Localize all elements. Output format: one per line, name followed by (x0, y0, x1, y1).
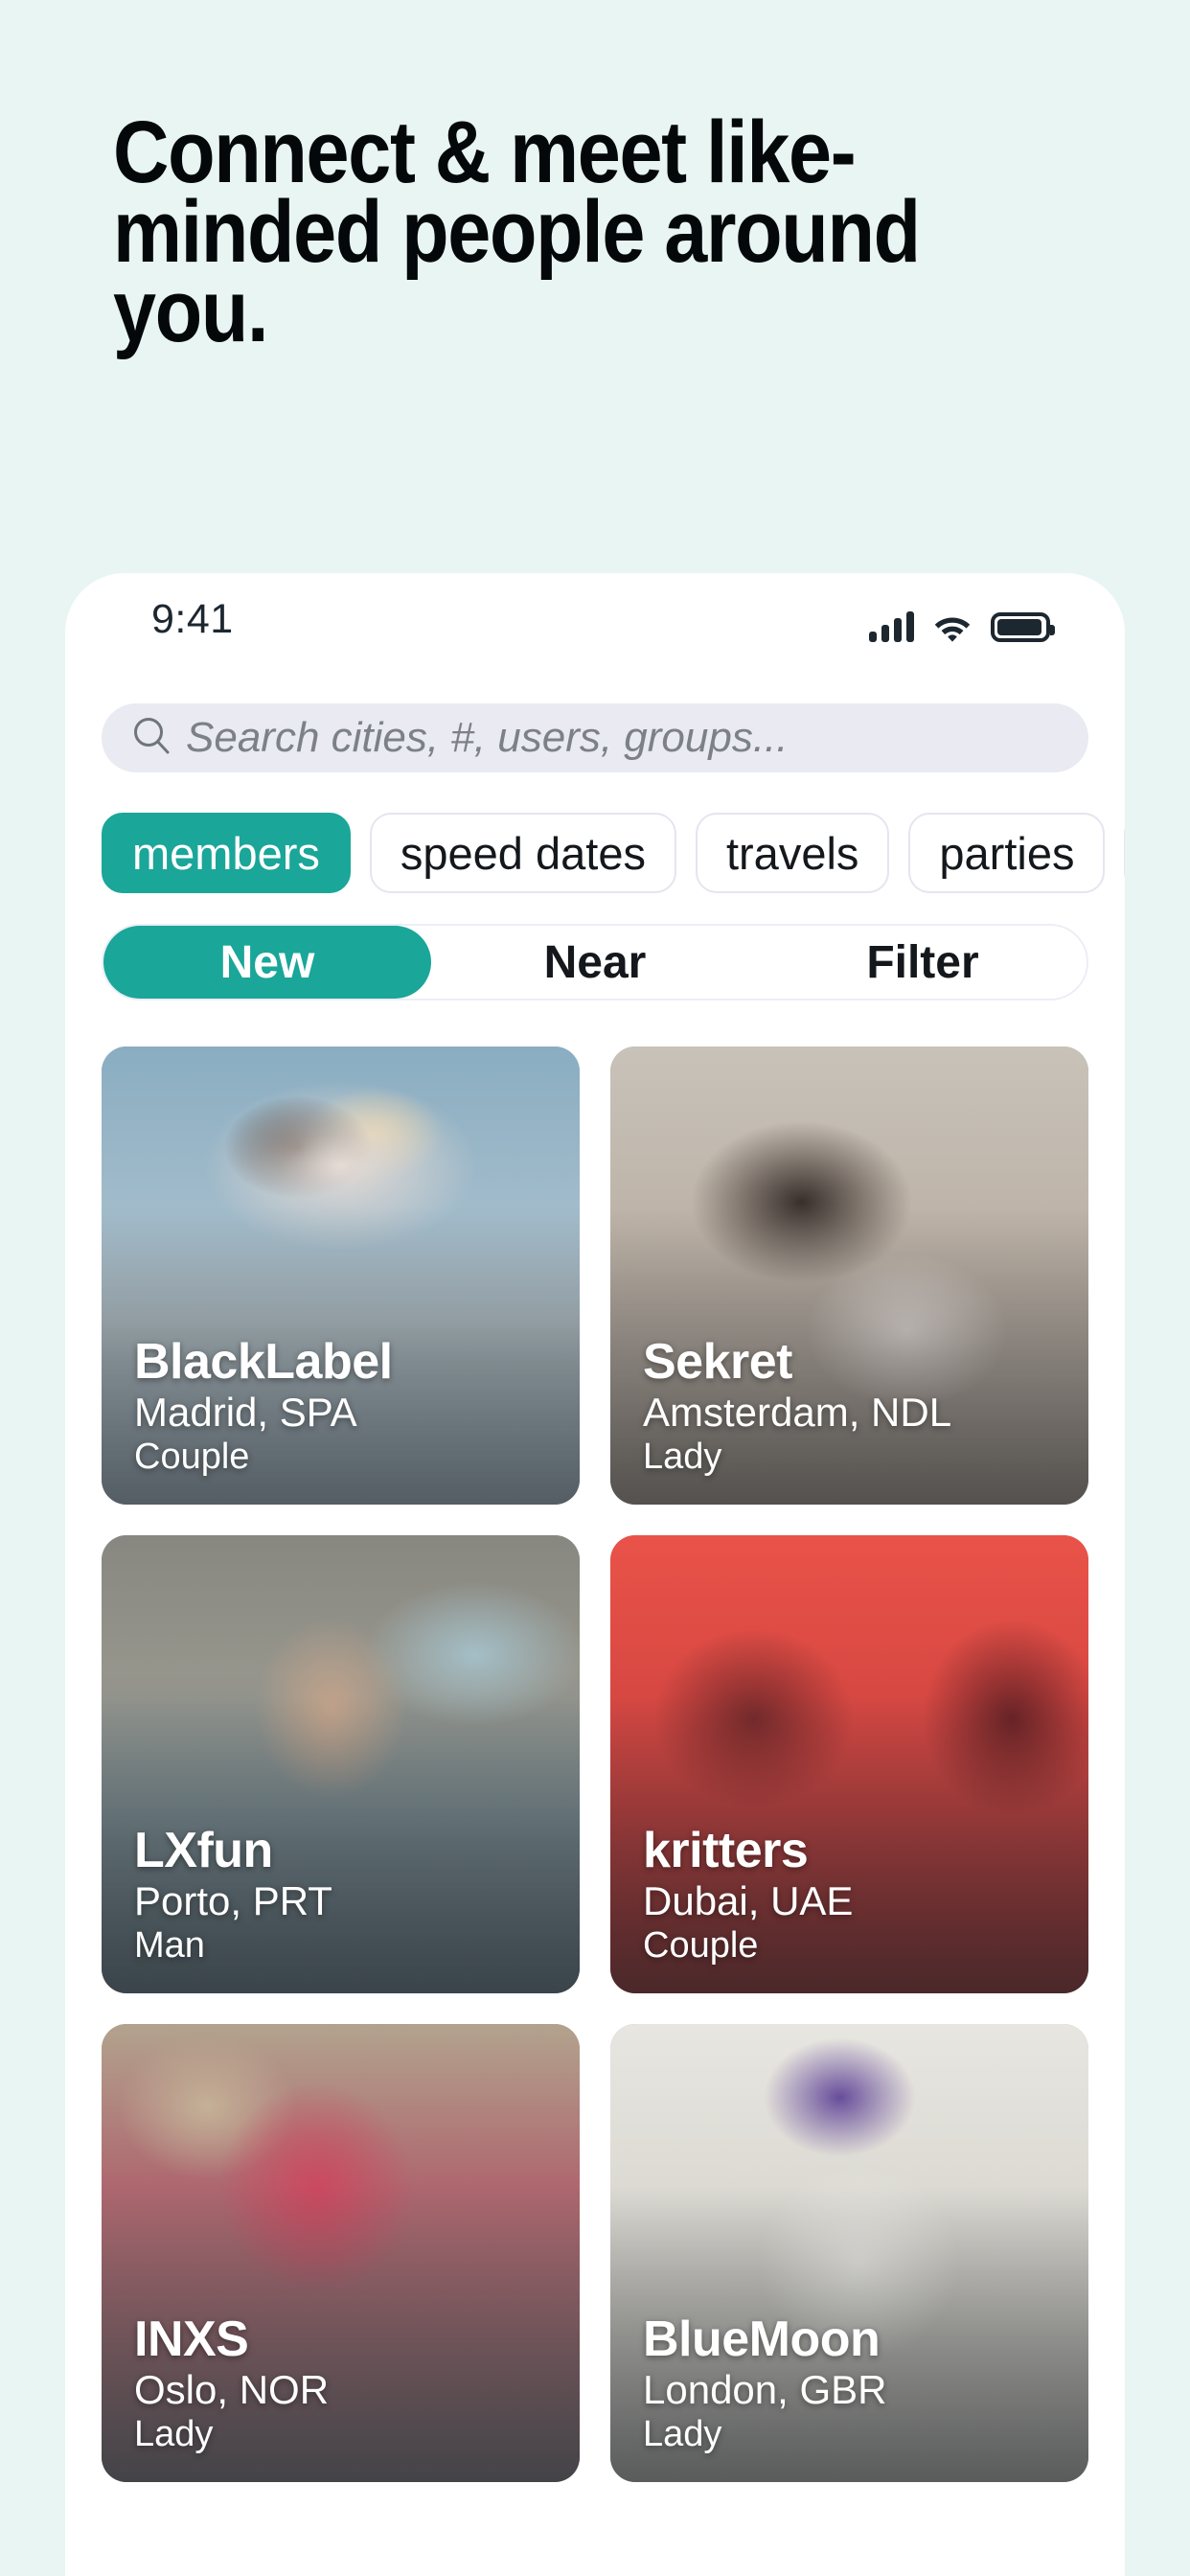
member-type: Lady (134, 2414, 214, 2455)
chip-travels[interactable]: travels (695, 813, 890, 893)
status-bar: 9:41 (65, 573, 1125, 673)
member-name: Sekret (643, 1333, 793, 1390)
member-name: BlueMoon (643, 2311, 881, 2367)
cellular-signal-icon (869, 611, 914, 642)
search-icon (102, 715, 172, 762)
tab-filter[interactable]: Filter (759, 926, 1087, 999)
member-type: Lady (643, 2414, 722, 2455)
member-location: Oslo, NOR (134, 2366, 330, 2412)
chip-parties[interactable]: parties (908, 813, 1106, 893)
member-meta: LXfun Porto, PRT Man (134, 1824, 561, 1968)
member-card[interactable]: INXS Oslo, NOR Lady (102, 2024, 580, 2482)
chip-speed-dates[interactable]: speed dates (369, 813, 676, 893)
chip-partial[interactable]: c (1124, 813, 1125, 893)
member-meta: BlackLabel Madrid, SPA Couple (134, 1335, 561, 1480)
status-bar-icons (869, 604, 1055, 642)
member-location: Porto, PRT (134, 1877, 332, 1923)
page-title: Connect & meet like-minded people around… (113, 104, 921, 360)
member-location: Madrid, SPA (134, 1389, 357, 1435)
member-name: INXS (134, 2311, 249, 2367)
member-location: London, GBR (643, 2366, 887, 2412)
member-type: Man (134, 1925, 205, 1966)
member-type: Couple (134, 1437, 250, 1478)
member-type: Lady (643, 1437, 722, 1478)
member-card-grid: BlackLabel Madrid, SPA Couple Sekret Ams… (102, 1046, 1088, 2482)
member-type: Couple (643, 1925, 759, 1966)
status-bar-time: 9:41 (151, 596, 234, 642)
member-location: Amsterdam, NDL (643, 1389, 952, 1435)
category-chip-row[interactable]: members speed dates travels parties c (102, 811, 1125, 895)
member-card[interactable]: LXfun Porto, PRT Man (102, 1535, 580, 1993)
sort-tab-bar[interactable]: New Near Filter (102, 924, 1088, 1000)
member-name: LXfun (134, 1822, 273, 1878)
member-meta: Sekret Amsterdam, NDL Lady (643, 1335, 1069, 1480)
phone-mockup: 9:41 Search cities, #, users, groups... … (65, 573, 1125, 2576)
member-meta: INXS Oslo, NOR Lady (134, 2312, 561, 2457)
member-meta: BlueMoon London, GBR Lady (643, 2312, 1069, 2457)
member-card[interactable]: kritters Dubai, UAE Couple (610, 1535, 1088, 1993)
member-name: kritters (643, 1822, 809, 1878)
battery-icon (991, 612, 1055, 642)
member-card[interactable]: BlackLabel Madrid, SPA Couple (102, 1046, 580, 1505)
search-placeholder: Search cities, #, users, groups... (186, 714, 789, 761)
member-name: BlackLabel (134, 1333, 393, 1390)
member-card[interactable]: BlueMoon London, GBR Lady (610, 2024, 1088, 2482)
tab-new[interactable]: New (103, 926, 431, 999)
member-location: Dubai, UAE (643, 1877, 854, 1923)
chip-members[interactable]: members (102, 813, 351, 893)
search-input[interactable]: Search cities, #, users, groups... (102, 703, 1088, 772)
tab-near[interactable]: Near (431, 926, 759, 999)
member-card[interactable]: Sekret Amsterdam, NDL Lady (610, 1046, 1088, 1505)
page-root: Connect & meet like-minded people around… (0, 0, 1190, 2576)
wifi-icon (932, 611, 973, 642)
member-meta: kritters Dubai, UAE Couple (643, 1824, 1069, 1968)
